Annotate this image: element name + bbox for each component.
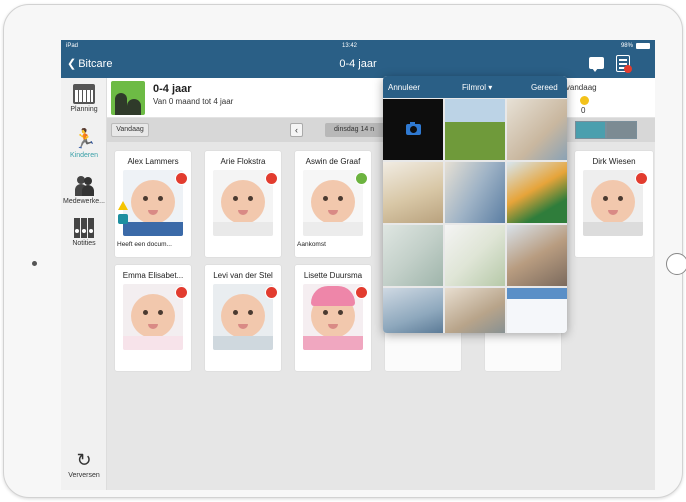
- photo-thumbnail[interactable]: [445, 225, 505, 286]
- done-button[interactable]: Gereed: [531, 83, 558, 92]
- status-bar: iPad 13:42 98%: [61, 40, 655, 52]
- photo-thumbnail[interactable]: [383, 162, 443, 223]
- photo-thumbnail[interactable]: [507, 225, 567, 286]
- sun-icon: [580, 96, 589, 105]
- status-device: iPad: [66, 43, 79, 49]
- group-header: 0-4 jaar Van 0 maand tot 4 jaar cht vand…: [107, 78, 655, 118]
- child-name: Levi van der Stel: [213, 271, 273, 280]
- sidebar-item-verversen[interactable]: ↻ Verversen: [61, 450, 107, 479]
- child-photo: [123, 284, 183, 350]
- child-card[interactable]: Lisette Duursma: [295, 265, 371, 371]
- child-photo: [213, 170, 273, 236]
- photo-thumbnail[interactable]: [383, 288, 443, 333]
- child-name: Arie Flokstra: [220, 157, 266, 166]
- photo-thumbnail[interactable]: [507, 288, 567, 333]
- battery-icon: [635, 43, 650, 49]
- child-card[interactable]: Levi van der Stel: [205, 265, 281, 371]
- photo-thumbnail[interactable]: [445, 162, 505, 223]
- child-name: Lisette Duursma: [303, 271, 363, 280]
- child-note: Heeft een docum...: [117, 241, 172, 248]
- child-photo: [213, 284, 273, 350]
- medical-bag-icon: [118, 214, 128, 224]
- sidebar-item-label: Notities: [72, 240, 96, 247]
- attendance-label: cht vandaag: [553, 83, 597, 92]
- status-dot-red: [265, 286, 278, 299]
- sidebar-item-planning[interactable]: Planning: [61, 84, 107, 113]
- previous-day-button[interactable]: ‹: [290, 123, 303, 137]
- date-display[interactable]: dinsdag 14 n: [325, 123, 385, 137]
- chat-bubble-icon[interactable]: [589, 57, 604, 72]
- photo-grid: [383, 99, 567, 333]
- status-dot-red: [175, 286, 188, 299]
- camera-roll-dropdown[interactable]: Filmrol ▾: [462, 83, 492, 92]
- photo-picker-popover: Annuleer Filmrol ▾ Gereed: [383, 76, 567, 333]
- child-name: Aswin de Graaf: [305, 157, 361, 166]
- nav-title: 0-4 jaar: [339, 58, 377, 70]
- child-card[interactable]: Emma Elisabet...: [115, 265, 191, 371]
- battery-percent: 98%: [620, 43, 633, 49]
- status-dot-red: [355, 286, 368, 299]
- sidebar-item-notities[interactable]: Notities: [61, 218, 107, 247]
- child-name: Emma Elisabet...: [122, 271, 184, 280]
- photo-thumbnail[interactable]: [507, 162, 567, 223]
- child-photo: [123, 170, 183, 236]
- group-subtitle: Van 0 maand tot 4 jaar: [153, 97, 234, 106]
- sidebar-item-medewerkers[interactable]: Medewerke...: [61, 176, 107, 205]
- children-grid: Alex Lammers Heeft een docum... Arie Flo…: [107, 142, 655, 490]
- calendar-icon: [73, 84, 95, 104]
- running-child-icon: 🏃: [73, 129, 97, 150]
- child-name: Dirk Wiesen: [592, 157, 636, 166]
- child-card[interactable]: Dirk Wiesen: [575, 151, 653, 257]
- sidebar-item-label: Medewerke...: [62, 198, 106, 205]
- cancel-button[interactable]: Annuleer: [388, 83, 420, 92]
- sidebar: Planning 🏃 Kinderen Medewerke... Notitie…: [61, 78, 107, 490]
- photo-thumbnail[interactable]: [445, 99, 505, 160]
- camera-icon: [405, 122, 421, 135]
- status-dot-red: [175, 172, 188, 185]
- child-photo: [303, 170, 363, 236]
- home-button[interactable]: [666, 253, 686, 275]
- child-photo: [303, 284, 363, 350]
- child-card[interactable]: Alex Lammers Heeft een docum...: [115, 151, 191, 257]
- group-avatar: [111, 81, 145, 115]
- binders-icon: [73, 218, 95, 238]
- status-dot-red: [635, 172, 648, 185]
- photo-thumbnail[interactable]: [383, 225, 443, 286]
- view-add-button[interactable]: [606, 121, 637, 139]
- status-right: 98%: [621, 43, 650, 49]
- picker-header: Annuleer Filmrol ▾ Gereed: [383, 76, 567, 98]
- today-button[interactable]: Vandaag: [111, 123, 149, 137]
- view-toggle: [575, 121, 638, 139]
- status-dot-red: [265, 172, 278, 185]
- group-title: 0-4 jaar: [153, 83, 192, 95]
- sidebar-item-label: Verversen: [68, 472, 100, 479]
- ipad-frame: iPad 13:42 98% ❮ Bitcare 0-4 jaar Planni…: [3, 4, 686, 498]
- photo-thumbnail[interactable]: [507, 99, 567, 160]
- child-photo: [583, 170, 643, 236]
- child-card[interactable]: Aswin de Graaf Aankomst: [295, 151, 371, 257]
- attendance-count: 0: [581, 106, 586, 115]
- take-photo-tile[interactable]: [383, 99, 443, 160]
- date-toolbar: Vandaag ‹ dinsdag 14 n: [107, 118, 655, 142]
- refresh-icon: ↻: [76, 450, 92, 470]
- child-card[interactable]: Arie Flokstra: [205, 151, 281, 257]
- status-dot-green: [355, 172, 368, 185]
- people-icon: [73, 176, 95, 196]
- sidebar-item-label: Kinderen: [69, 152, 99, 159]
- front-camera: [32, 261, 37, 266]
- view-present-button[interactable]: [575, 121, 606, 139]
- photo-thumbnail[interactable]: [445, 288, 505, 333]
- sidebar-item-kinderen[interactable]: 🏃 Kinderen: [61, 129, 107, 160]
- notification-badge: [624, 65, 632, 73]
- child-name: Alex Lammers: [127, 157, 179, 166]
- sidebar-item-label: Planning: [70, 106, 98, 113]
- navigation-bar: ❮ Bitcare 0-4 jaar: [61, 52, 655, 78]
- warning-icon: [118, 201, 128, 210]
- app-screen: iPad 13:42 98% ❮ Bitcare 0-4 jaar Planni…: [61, 40, 655, 490]
- child-note: Aankomst: [297, 241, 326, 248]
- status-time: 13:42: [341, 43, 357, 49]
